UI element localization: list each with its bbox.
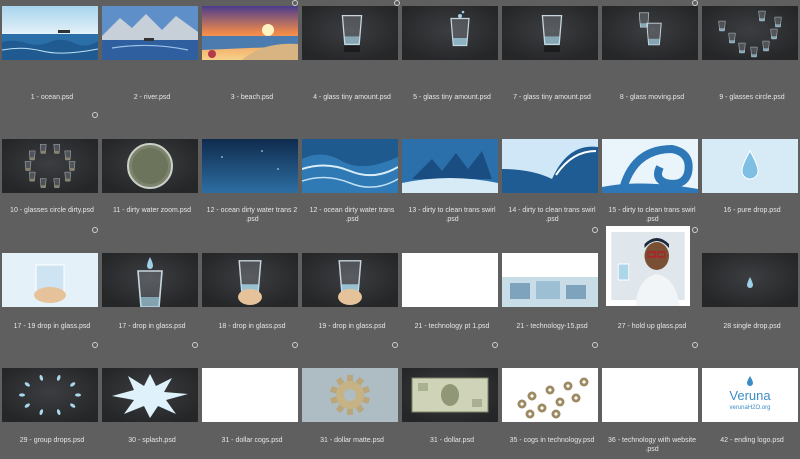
thumbnail-image[interactable] (202, 139, 298, 193)
thumbnail-image[interactable] (202, 6, 298, 60)
thumbnail-image[interactable] (402, 139, 498, 193)
sync-status-icon (192, 342, 198, 348)
thumbnail-image[interactable] (402, 253, 498, 307)
thumbnail-image[interactable] (2, 139, 98, 193)
thumbnail-image[interactable] (2, 6, 98, 60)
thumbnail-label: 21 - technology pt 1.psd (414, 323, 490, 330)
thumbnail-label: 18 - drop in glass.psd (218, 323, 286, 330)
thumbnail-image[interactable] (602, 6, 698, 60)
thumbnail-label: 30 - splash.psd (128, 437, 176, 444)
thumbnail-label: 31 - dollar matte.psd (320, 437, 384, 444)
thumbnail-image[interactable] (702, 6, 798, 60)
thumbnail-label: 12 - ocean dirty water trans 2 .psd (206, 207, 298, 223)
sync-status-icon (492, 342, 498, 348)
thumbnail-label: 27 - hold up glass.psd (617, 323, 687, 330)
thumbnail-image[interactable] (102, 368, 198, 422)
thumbnail-image[interactable] (502, 6, 598, 60)
thumbnail-label: 42 - ending logo.psd (720, 437, 784, 444)
thumbnail-label: 17 - drop in glass.psd (118, 323, 186, 330)
thumbnail-image[interactable] (302, 368, 398, 422)
thumbnail-image[interactable] (602, 139, 698, 193)
thumbnail-label: 31 - dollar.psd (430, 437, 474, 444)
thumbnail-label: 1 - ocean.psd (30, 94, 74, 101)
logo-title: Veruna (729, 388, 771, 403)
thumbnail-image[interactable] (606, 226, 690, 306)
thumbnail-image[interactable] (2, 368, 98, 422)
thumbnail-image[interactable] (502, 253, 598, 307)
thumbnail-image[interactable] (602, 368, 698, 422)
thumbnail-image[interactable] (402, 6, 498, 60)
thumbnail-label: 11 - dirty water zoom.psd (112, 207, 192, 214)
thumbnail-grid: 1 - ocean.psd 2 - river.psd 3 - beach.psd 4… (0, 0, 800, 459)
sync-status-icon (392, 342, 398, 348)
thumbnail-label: 19 - drop in glass.psd (318, 323, 386, 330)
thumbnail-label: 35 - cogs in technology.psd (509, 437, 595, 444)
thumbnail-label: 4 - glass tiny amount.psd (313, 94, 391, 101)
thumbnail-label: 14 - dirty to clean trans swirl .psd (508, 207, 596, 223)
thumbnail-image[interactable] (102, 6, 198, 60)
thumbnail-image[interactable] (302, 6, 398, 60)
thumbnail-label: 8 - glass moving.psd (619, 94, 685, 101)
thumbnail-image[interactable] (202, 368, 298, 422)
thumbnail-label: 13 - dirty to clean trans swirl .psd (408, 207, 496, 223)
thumbnail-image[interactable] (102, 139, 198, 193)
thumbnail-image[interactable] (302, 139, 398, 193)
thumbnail-label: 7 - glass tiny amount.psd (513, 94, 591, 101)
thumbnail-image[interactable] (102, 253, 198, 307)
thumbnail-label: 21 - technology-15.psd (516, 323, 588, 330)
thumbnail-label: 3 - beach.psd (230, 94, 274, 101)
sync-status-icon (92, 227, 98, 233)
logo-url: verunaH2O.org (729, 405, 771, 411)
thumbnail-label: 5 - glass tiny amount.psd (413, 94, 491, 101)
thumbnail-label: 29 - group drops.psd (19, 437, 85, 444)
thumbnail-image[interactable] (502, 368, 598, 422)
thumbnail-image[interactable] (702, 139, 798, 193)
thumbnail-label: 9 - glasses circle.psd (719, 94, 785, 101)
thumbnail-image[interactable] (502, 139, 598, 193)
sync-status-icon (692, 227, 698, 233)
thumbnail-label: 36 - technology with website .psd (608, 437, 696, 453)
sync-status-icon (692, 342, 698, 348)
sync-status-icon (394, 0, 400, 6)
sync-status-icon (292, 342, 298, 348)
thumbnail-image[interactable] (202, 253, 298, 307)
sync-status-icon (592, 342, 598, 348)
sync-status-icon (92, 112, 98, 118)
thumbnail-label: 2 - river.psd (133, 94, 171, 101)
thumbnail-label: 31 - dollar cogs.psd (221, 437, 283, 444)
thumbnail-label: 10 - glasses circle dirty.psd (10, 207, 94, 214)
thumbnail-image[interactable] (302, 253, 398, 307)
thumbnail-image[interactable] (702, 253, 798, 307)
thumbnail-label: 12 - ocean dirty water trans .psd (309, 207, 395, 223)
thumbnail-image[interactable] (2, 253, 98, 307)
thumbnail-image[interactable] (402, 368, 498, 422)
thumbnail-label: 28 single drop.psd (723, 323, 781, 330)
thumbnail-label: 17 - 19 drop in glass.psd (13, 323, 91, 330)
thumbnail-label: 15 - dirty to clean trans swirl .psd (608, 207, 696, 223)
sync-status-icon (692, 0, 698, 6)
sync-status-icon (592, 227, 598, 233)
sync-status-icon (92, 342, 98, 348)
thumbnail-label: 16 - pure drop.psd (723, 207, 781, 214)
sync-status-icon (292, 0, 298, 6)
